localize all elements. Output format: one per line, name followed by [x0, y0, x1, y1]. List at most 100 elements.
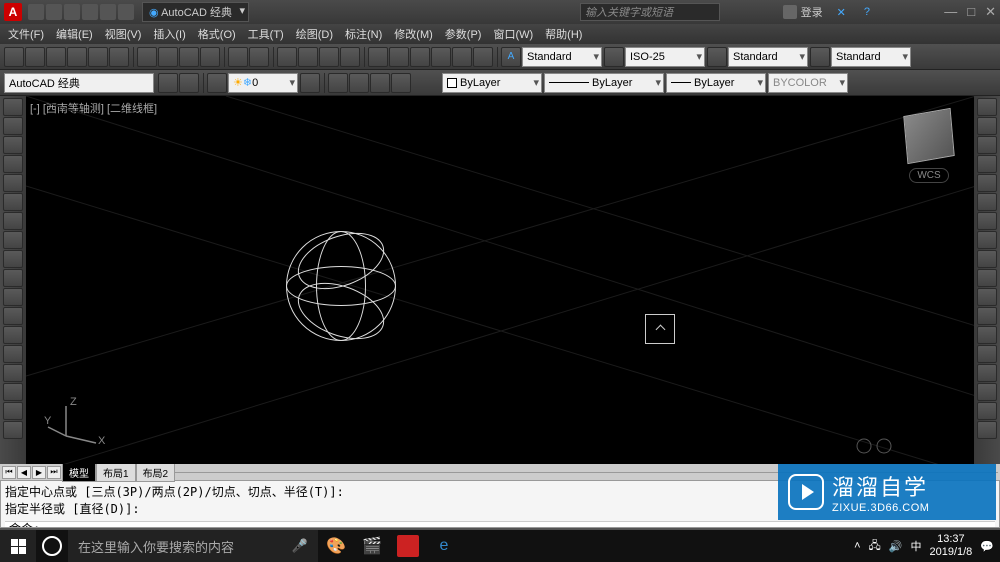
open-icon[interactable] [46, 4, 62, 20]
mirror-tool[interactable] [977, 136, 997, 154]
menu-view[interactable]: 视图(V) [105, 26, 142, 42]
sheet-set-button[interactable] [431, 47, 451, 67]
print-icon[interactable] [82, 4, 98, 20]
properties-button[interactable] [368, 47, 388, 67]
cortana-icon[interactable] [42, 536, 62, 556]
app-icon[interactable]: A [4, 3, 22, 21]
mtext-tool[interactable] [3, 402, 23, 420]
menu-edit[interactable]: 编辑(E) [56, 26, 93, 42]
style-a-button[interactable]: A [501, 47, 521, 67]
ml-style-dropdown[interactable]: Standard [831, 47, 911, 67]
zoom-prev-button[interactable] [319, 47, 339, 67]
cut-button[interactable] [137, 47, 157, 67]
text-style-dropdown[interactable]: Standard [522, 47, 602, 67]
layer-props-button[interactable] [207, 73, 227, 93]
circle-tool[interactable] [3, 193, 23, 211]
layer-off-button[interactable] [370, 73, 390, 93]
scale-tool[interactable] [977, 231, 997, 249]
menu-tools[interactable]: 工具(T) [248, 26, 284, 42]
menu-annotate[interactable]: 标注(N) [345, 26, 382, 42]
wcs-label[interactable]: WCS [909, 168, 949, 183]
save-icon[interactable] [64, 4, 80, 20]
match-button[interactable] [200, 47, 220, 67]
tray-chevron-icon[interactable]: ˄ [854, 540, 860, 552]
exchange-icon[interactable]: ✕ [837, 6, 846, 19]
table-tool[interactable] [3, 383, 23, 401]
menu-draw[interactable]: 绘图(D) [296, 26, 333, 42]
make-block-tool[interactable] [3, 288, 23, 306]
extra-tool-1[interactable] [977, 402, 997, 420]
menu-file[interactable]: 文件(F) [8, 26, 44, 42]
extra-tool-2[interactable] [977, 421, 997, 439]
spline-tool[interactable] [3, 212, 23, 230]
command-input[interactable]: 命令: [5, 521, 995, 528]
gap-tool[interactable] [3, 421, 23, 439]
array-tool[interactable] [977, 174, 997, 192]
rotate-tool[interactable] [977, 212, 997, 230]
tab-last-button[interactable]: ⏭ [47, 466, 61, 479]
insert-block-tool[interactable] [3, 269, 23, 287]
ws-settings-button[interactable] [158, 73, 178, 93]
tab-layout1[interactable]: 布局1 [96, 463, 136, 482]
markup-button[interactable] [452, 47, 472, 67]
help-icon[interactable]: ? [864, 6, 870, 18]
minimize-button[interactable]: — [944, 4, 957, 20]
ellipse-arc-tool[interactable] [3, 250, 23, 268]
layer-dropdown[interactable]: ☀ ❄ 0 [228, 73, 298, 93]
copy-button[interactable] [158, 47, 178, 67]
undo-button[interactable] [228, 47, 248, 67]
task-movies-icon[interactable]: 🎬 [354, 530, 390, 562]
tray-ime-icon[interactable]: 中 [910, 538, 921, 554]
break-tool[interactable] [977, 307, 997, 325]
search-input[interactable]: 输入关键字或短语 [580, 3, 720, 21]
rect-tool[interactable] [3, 155, 23, 173]
erase-tool[interactable] [977, 98, 997, 116]
zoom-window-button[interactable] [340, 47, 360, 67]
menu-insert[interactable]: 插入(I) [153, 26, 185, 42]
design-button[interactable] [389, 47, 409, 67]
preview-button[interactable] [88, 47, 108, 67]
ml-icon[interactable] [810, 47, 830, 67]
menu-modify[interactable]: 修改(M) [394, 26, 433, 42]
layer-freeze-button[interactable] [391, 73, 411, 93]
table-style-dropdown[interactable]: Standard [728, 47, 808, 67]
dim-icon[interactable] [604, 47, 624, 67]
task-paint-icon[interactable]: 🎨 [318, 530, 354, 562]
linetype-dropdown[interactable]: ByLayer [544, 73, 664, 93]
join-tool[interactable] [977, 326, 997, 344]
close-button[interactable]: ✕ [985, 4, 996, 20]
point-tool[interactable] [3, 307, 23, 325]
menu-window[interactable]: 窗口(W) [493, 26, 533, 42]
tool-palette-button[interactable] [410, 47, 430, 67]
tab-first-button[interactable]: ⏮ [2, 466, 16, 479]
explode-tool[interactable] [977, 383, 997, 401]
menu-param[interactable]: 参数(P) [445, 26, 482, 42]
redo-icon[interactable] [118, 4, 134, 20]
calc-button[interactable] [473, 47, 493, 67]
chamfer-tool[interactable] [977, 345, 997, 363]
ucs-icon[interactable]: Z X Y [46, 401, 106, 454]
arc-tool[interactable] [3, 174, 23, 192]
publish-button[interactable] [109, 47, 129, 67]
extend-tool[interactable] [977, 288, 997, 306]
gradient-tool[interactable] [3, 345, 23, 363]
tab-layout2[interactable]: 布局2 [136, 463, 176, 482]
view-cube[interactable] [903, 108, 954, 164]
undo-icon[interactable] [100, 4, 116, 20]
nav-bar[interactable] [854, 437, 904, 458]
region-tool[interactable] [3, 364, 23, 382]
tray-network-icon[interactable]: 🖧 [869, 537, 881, 556]
ws-gear-button[interactable] [179, 73, 199, 93]
dim-style-dropdown[interactable]: ISO-25 [625, 47, 705, 67]
menu-format[interactable]: 格式(O) [198, 26, 236, 42]
taskbar-search[interactable]: 在这里输入你要搜索的内容 🎤 [68, 530, 318, 562]
layer-iso-button[interactable] [349, 73, 369, 93]
move-tool[interactable] [977, 193, 997, 211]
task-autocad-icon[interactable] [397, 535, 419, 557]
offset-tool[interactable] [977, 155, 997, 173]
fillet-tool[interactable] [977, 364, 997, 382]
ellipse-tool[interactable] [3, 231, 23, 249]
print-button[interactable] [67, 47, 87, 67]
task-edge-icon[interactable]: e [426, 530, 462, 562]
layer-states-button[interactable] [300, 73, 320, 93]
